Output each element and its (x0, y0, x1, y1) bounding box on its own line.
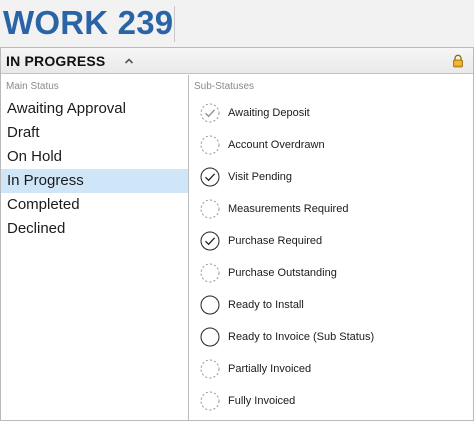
main-status-list: Awaiting Approval Draft On Hold In Progress… (1, 97, 188, 241)
page-title: WORK 239 (3, 4, 174, 41)
sub-status-label: Ready to Invoice (Sub Status) (228, 331, 375, 343)
work-view: WORK 239 IN PROGRESS Main Status Awaitin… (0, 0, 474, 421)
sub-status-label: Partially Invoiced (228, 363, 312, 375)
sub-status-item[interactable]: Visit Pending (190, 161, 473, 193)
dashed-circle-icon[interactable] (200, 359, 220, 379)
sub-status-item[interactable]: Account Overdrawn (190, 129, 473, 161)
main-status-item[interactable]: Completed (1, 193, 188, 217)
main-status-column: Main Status Awaiting Approval Draft On Hol… (1, 75, 189, 420)
sub-status-list: Awaiting Deposit Account Overdrawn Visit P… (190, 97, 473, 417)
sub-status-item[interactable]: Ready to Invoice (Sub Status) (190, 321, 473, 353)
main-status-item[interactable]: On Hold (1, 145, 188, 169)
main-status-item[interactable]: In Progress (1, 169, 188, 193)
header: WORK 239 (0, 0, 474, 46)
sub-status-item[interactable]: Purchase Outstanding (190, 257, 473, 289)
lock-icon[interactable] (451, 54, 465, 68)
sub-status-item[interactable]: Measurements Required (190, 193, 473, 225)
sub-status-label: Purchase Outstanding (228, 267, 337, 279)
sub-status-label: Visit Pending (228, 171, 293, 183)
main-status-item[interactable]: Draft (1, 121, 188, 145)
sub-status-item[interactable]: Partially Invoiced (190, 353, 473, 385)
sub-status-item[interactable]: Fully Invoiced (190, 385, 473, 417)
checked-circle-icon[interactable] (200, 167, 220, 187)
status-panel-header: IN PROGRESS (1, 48, 473, 74)
sub-status-item[interactable]: Awaiting Deposit (190, 97, 473, 129)
checked-circle-icon[interactable] (200, 103, 220, 123)
circle-icon[interactable] (200, 327, 220, 347)
sub-status-item[interactable]: Purchase Required (190, 225, 473, 257)
sub-status-label: Fully Invoiced (228, 395, 296, 407)
dashed-circle-icon[interactable] (200, 199, 220, 219)
dashed-circle-icon[interactable] (200, 135, 220, 155)
main-status-heading: Main Status (6, 81, 59, 92)
checked-circle-icon[interactable] (200, 231, 220, 251)
sub-status-label: Purchase Required (228, 235, 323, 247)
sub-status-label: Measurements Required (228, 203, 349, 215)
sub-status-heading: Sub-Statuses (194, 81, 255, 92)
main-status-item[interactable]: Awaiting Approval (1, 97, 188, 121)
status-panel: IN PROGRESS Main Status Awaiting Approva… (0, 47, 474, 421)
chevron-up-icon[interactable] (121, 53, 137, 69)
current-status-title: IN PROGRESS (6, 53, 106, 69)
sub-status-label: Awaiting Deposit (228, 107, 310, 119)
dashed-circle-icon[interactable] (200, 391, 220, 411)
sub-status-item[interactable]: Ready to Install (190, 289, 473, 321)
dashed-circle-icon[interactable] (200, 263, 220, 283)
header-divider (174, 6, 175, 42)
circle-icon[interactable] (200, 295, 220, 315)
sub-status-label: Account Overdrawn (228, 139, 325, 151)
sub-status-column: Sub-Statuses Awaiting Deposit Account Ove… (190, 75, 473, 420)
main-status-item[interactable]: Declined (1, 217, 188, 241)
sub-status-label: Ready to Install (228, 299, 304, 311)
